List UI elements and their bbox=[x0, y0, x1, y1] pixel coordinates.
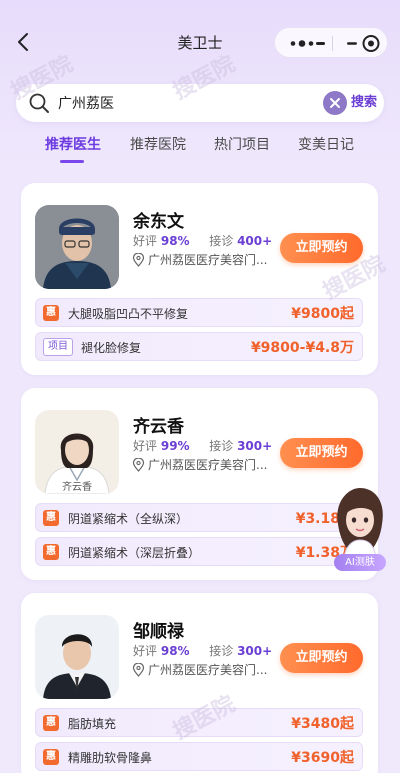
tab-recommended-doctors[interactable]: 推荐医生 bbox=[45, 134, 101, 154]
consult-label: 接诊 bbox=[209, 644, 234, 658]
doctor-stats: 好评 99% 接诊 300+ bbox=[133, 437, 272, 454]
clinic-location: 广州荔医医疗美容门... bbox=[132, 251, 267, 268]
search-input[interactable] bbox=[58, 84, 313, 122]
top-bar: 美卫士 bbox=[0, 0, 400, 84]
active-tab-indicator bbox=[60, 160, 84, 163]
project-item[interactable]: 惠 精雕肋软骨隆鼻 ¥3690起 bbox=[35, 742, 363, 771]
consult-value: 300+ bbox=[237, 439, 273, 453]
back-button[interactable] bbox=[12, 30, 36, 54]
location-pin-icon bbox=[132, 252, 145, 267]
project-price: ¥9800起 bbox=[291, 306, 354, 322]
close-icon bbox=[330, 98, 340, 108]
target-close-icon bbox=[347, 35, 380, 52]
doctor-name: 邹顺禄 bbox=[133, 622, 184, 642]
close-button[interactable] bbox=[333, 28, 389, 59]
project-price: ¥3480起 bbox=[291, 716, 354, 732]
project-name: 大腿吸脂凹凸不平修复 bbox=[68, 307, 189, 321]
rating-label: 好评 bbox=[133, 439, 158, 453]
photo-caption: 齐云香 bbox=[62, 482, 92, 493]
discount-badge: 惠 bbox=[43, 544, 59, 560]
consult-label: 接诊 bbox=[209, 234, 234, 248]
clinic-name: 广州荔医医疗美容门... bbox=[148, 253, 268, 267]
project-item[interactable]: 惠 大腿吸脂凹凸不平修复 ¥9800起 bbox=[35, 298, 363, 327]
project-name: 褪化脸修复 bbox=[81, 341, 142, 355]
chevron-left-icon bbox=[18, 33, 28, 51]
rating-label: 好评 bbox=[133, 644, 158, 658]
project-item[interactable]: 项目 褪化脸修复 ¥9800-¥4.8万 bbox=[35, 332, 363, 361]
mini-program-capsule bbox=[274, 27, 388, 58]
discount-badge: 惠 bbox=[43, 749, 59, 765]
discount-badge: 惠 bbox=[43, 305, 59, 321]
project-badge: 项目 bbox=[43, 338, 73, 356]
ai-assistant-label: AI测肤 bbox=[334, 554, 386, 571]
tab-recommended-hospitals[interactable]: 推荐医院 bbox=[130, 134, 186, 154]
consult-value: 300+ bbox=[237, 644, 273, 658]
project-item[interactable]: 惠 阴道紧缩术（深层折叠） ¥1.38万 bbox=[35, 537, 363, 566]
search-button[interactable]: 搜索 bbox=[351, 84, 387, 122]
project-name: 阴道紧缩术（深层折叠） bbox=[68, 546, 201, 560]
rating-label: 好评 bbox=[133, 234, 158, 248]
project-item[interactable]: 惠 脂肪填充 ¥3480起 bbox=[35, 708, 363, 737]
doctor-photo: 齐云香 bbox=[35, 410, 119, 494]
book-now-button[interactable]: 立即预约 bbox=[280, 438, 363, 468]
tab-beauty-diary[interactable]: 变美日记 bbox=[298, 134, 354, 154]
clinic-location: 广州荔医医疗美容门... bbox=[132, 456, 267, 473]
doctor-card[interactable]: 邹顺禄 好评 98% 接诊 300+ 广州荔医医疗美容门... 立即预约 惠 脂… bbox=[21, 593, 378, 773]
project-name: 脂肪填充 bbox=[68, 717, 117, 731]
discount-badge: 惠 bbox=[43, 510, 59, 526]
book-now-button[interactable]: 立即预约 bbox=[280, 643, 363, 673]
search-bar: 搜索 bbox=[16, 84, 384, 122]
consult-label: 接诊 bbox=[209, 439, 234, 453]
clinic-location: 广州荔医医疗美容门... bbox=[132, 661, 267, 678]
doctor-card[interactable]: 余东文 好评 98% 接诊 400+ 广州荔医医疗美容门... 立即预约 惠 大… bbox=[21, 183, 378, 375]
discount-badge: 惠 bbox=[43, 715, 59, 731]
category-tabs: 推荐医生 推荐医院 热门项目 变美日记 bbox=[0, 128, 400, 168]
project-price: ¥9800-¥4.8万 bbox=[250, 340, 354, 356]
ai-skin-test-button[interactable]: AI测肤 bbox=[328, 484, 390, 576]
clear-search-button[interactable] bbox=[323, 91, 347, 115]
rating-value: 98% bbox=[160, 644, 190, 658]
rating-value: 98% bbox=[160, 234, 190, 248]
search-icon bbox=[29, 93, 49, 113]
doctor-name: 齐云香 bbox=[133, 417, 184, 437]
doctor-stats: 好评 98% 接诊 400+ bbox=[133, 232, 272, 249]
project-price: ¥3690起 bbox=[291, 750, 354, 766]
rating-value: 99% bbox=[160, 439, 190, 453]
doctor-name: 余东文 bbox=[133, 212, 184, 232]
location-pin-icon bbox=[132, 457, 145, 472]
clinic-name: 广州荔医医疗美容门... bbox=[148, 458, 268, 472]
doctor-stats: 好评 98% 接诊 300+ bbox=[133, 642, 272, 659]
ai-avatar-icon bbox=[337, 488, 383, 559]
book-now-button[interactable]: 立即预约 bbox=[280, 233, 363, 263]
more-button[interactable] bbox=[275, 28, 332, 59]
location-pin-icon bbox=[132, 662, 145, 677]
doctor-photo bbox=[35, 615, 119, 699]
doctor-photo bbox=[35, 205, 119, 289]
project-name: 阴道紧缩术（全纵深） bbox=[68, 512, 189, 526]
tab-hot-projects[interactable]: 热门项目 bbox=[214, 134, 270, 154]
project-item[interactable]: 惠 阴道紧缩术（全纵深） ¥3.18万 bbox=[35, 503, 363, 532]
project-name: 精雕肋软骨隆鼻 bbox=[68, 751, 153, 765]
doctor-card[interactable]: 齐云香 齐云香 好评 99% 接诊 300+ 广州荔医医疗美容门... 立即预约… bbox=[21, 388, 378, 580]
clinic-name: 广州荔医医疗美容门... bbox=[148, 663, 268, 677]
consult-value: 400+ bbox=[237, 234, 273, 248]
more-dots-icon bbox=[290, 40, 325, 47]
